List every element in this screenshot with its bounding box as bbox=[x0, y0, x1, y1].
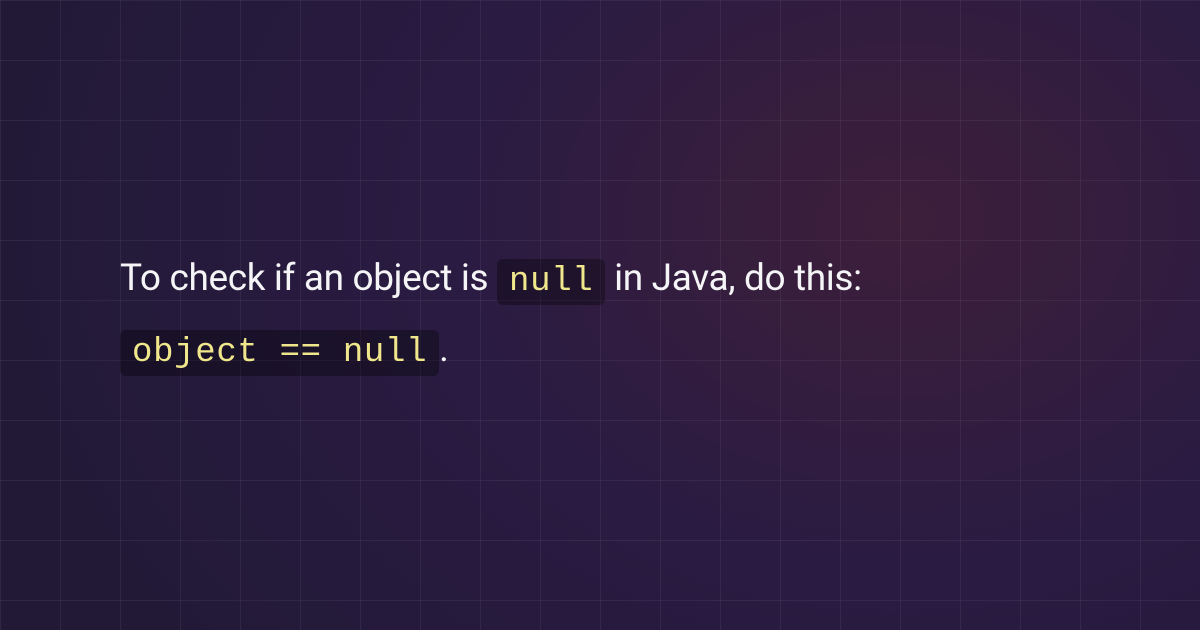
code-inline-expression: object == null bbox=[120, 330, 439, 376]
text-segment-2: in Java, do this: bbox=[605, 257, 861, 300]
code-inline-null: null bbox=[497, 259, 605, 305]
text-segment-3: . bbox=[439, 328, 448, 371]
card-container: To check if an object is null in Java, d… bbox=[0, 0, 1200, 630]
text-segment-1: To check if an object is bbox=[120, 257, 497, 300]
main-text-block: To check if an object is null in Java, d… bbox=[120, 244, 1080, 385]
